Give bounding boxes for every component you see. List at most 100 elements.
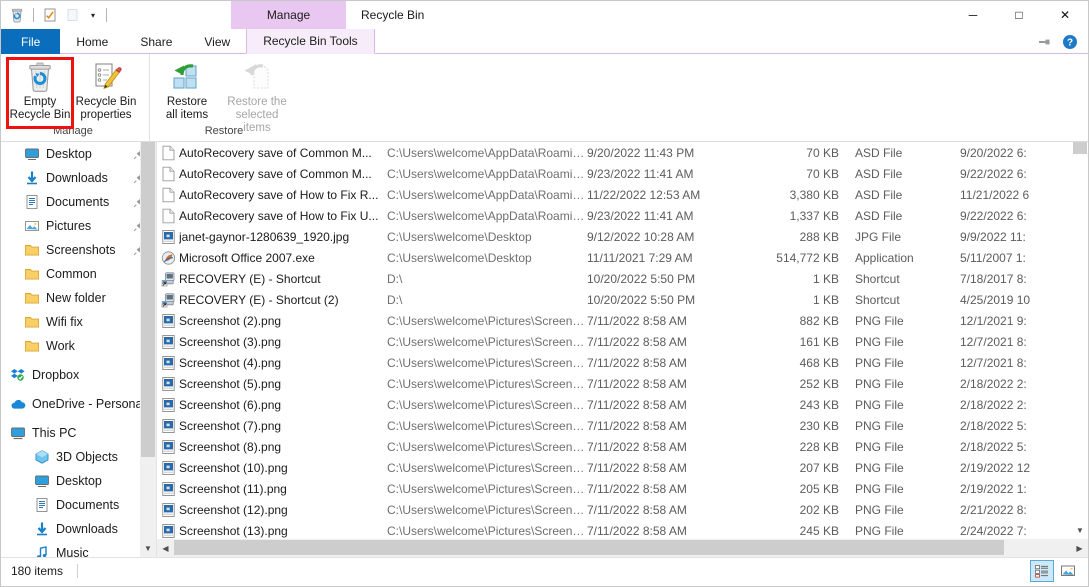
documents-icon (31, 496, 53, 514)
ribbon: Empty Recycle Bin (1, 54, 1088, 142)
chevron-down-icon[interactable]: ▼ (140, 539, 156, 557)
date-modified-cell: 12/7/2021 8: (952, 356, 1072, 370)
tab-view[interactable]: View (188, 29, 246, 54)
help-icon[interactable]: ? (1062, 34, 1078, 50)
date-deleted-cell: 11/22/2022 12:53 AM (587, 188, 757, 202)
view-buttons (1030, 558, 1080, 584)
restore-all-items-icon (170, 60, 204, 94)
sidebar-item-work[interactable]: Work (1, 334, 156, 358)
sidebar-item-onedrive[interactable]: OneDrive - Personal (1, 392, 156, 416)
details-view-button[interactable] (1030, 560, 1054, 582)
table-row[interactable]: AutoRecovery save of Common M...C:\Users… (157, 163, 1072, 184)
sidebar-item-desktop-quick[interactable]: Desktop (1, 142, 156, 166)
sidebar-item-dropbox[interactable]: Dropbox (1, 363, 156, 387)
table-row[interactable]: RECOVERY (E) - ShortcutD:\10/20/2022 5:5… (157, 268, 1072, 289)
sidebar-item-documents-quick[interactable]: Documents (1, 190, 156, 214)
generic-file-icon (157, 187, 179, 203)
folder-icon (21, 241, 43, 259)
table-row[interactable]: AutoRecovery save of How to Fix R...C:\U… (157, 184, 1072, 205)
navigation-scrollbar[interactable]: ▼ (140, 142, 156, 557)
file-name-cell: AutoRecovery save of Common M... (179, 167, 387, 181)
item-type-cell: PNG File (847, 503, 952, 517)
recycle-bin-icon[interactable] (7, 5, 27, 25)
size-cell: 1,337 KB (757, 209, 847, 223)
table-row[interactable]: janet-gaynor-1280639_1920.jpgC:\Users\we… (157, 226, 1072, 247)
sidebar-item-wifi-fix[interactable]: Wifi fix (1, 310, 156, 334)
pin-icon[interactable] (1036, 34, 1052, 50)
file-name-cell: AutoRecovery save of How to Fix R... (179, 188, 387, 202)
table-row[interactable]: Screenshot (4).pngC:\Users\welcome\Pictu… (157, 352, 1072, 373)
empty-recycle-bin-label-line2: Recycle Bin (10, 109, 71, 122)
table-row[interactable]: AutoRecovery save of Common M...C:\Users… (157, 142, 1072, 163)
large-icons-view-button[interactable] (1056, 560, 1080, 582)
item-type-cell: JPG File (847, 230, 952, 244)
image-file-icon (157, 418, 179, 434)
new-folder-icon[interactable] (63, 5, 83, 25)
sidebar-label: Screenshots (46, 243, 115, 257)
table-row[interactable]: Screenshot (6).pngC:\Users\welcome\Pictu… (157, 394, 1072, 415)
chevron-down-icon[interactable]: ▾ (86, 5, 100, 25)
sidebar-item-3d-objects[interactable]: 3D Objects (1, 445, 156, 469)
size-cell: 245 KB (757, 524, 847, 538)
date-modified-cell: 2/19/2022 1: (952, 482, 1072, 496)
date-modified-cell: 2/18/2022 2: (952, 398, 1072, 412)
tab-share[interactable]: Share (124, 29, 188, 54)
table-row[interactable]: Microsoft Office 2007.exeC:\Users\welcom… (157, 247, 1072, 268)
sidebar-item-screenshots[interactable]: Screenshots (1, 238, 156, 262)
sidebar-item-documents-pc[interactable]: Documents (1, 493, 156, 517)
properties-icon[interactable] (40, 5, 60, 25)
file-list-horizontal-scrollbar[interactable]: ◀ ▶ (157, 539, 1088, 557)
restore-all-items-button[interactable]: Restore all items (154, 57, 220, 122)
close-button[interactable]: ✕ (1042, 1, 1088, 29)
item-type-cell: PNG File (847, 335, 952, 349)
generic-file-icon (157, 166, 179, 182)
empty-recycle-bin-button[interactable]: Empty Recycle Bin (7, 57, 73, 122)
item-type-cell: ASD File (847, 146, 952, 160)
sidebar-item-downloads-quick[interactable]: Downloads (1, 166, 156, 190)
table-row[interactable]: Screenshot (8).pngC:\Users\welcome\Pictu… (157, 436, 1072, 457)
date-modified-cell: 2/18/2022 2: (952, 377, 1072, 391)
horizontal-scroll-track[interactable] (174, 539, 1071, 557)
table-row[interactable]: AutoRecovery save of How to Fix U...C:\U… (157, 205, 1072, 226)
sidebar-item-music[interactable]: Music (1, 541, 156, 557)
table-row[interactable]: Screenshot (12).pngC:\Users\welcome\Pict… (157, 499, 1072, 520)
maximize-button[interactable]: □ (996, 1, 1042, 29)
minimize-button[interactable]: ─ (950, 1, 996, 29)
sidebar-item-new-folder[interactable]: New folder (1, 286, 156, 310)
chevron-down-icon[interactable]: ▼ (1072, 521, 1088, 539)
sidebar-label: Common (46, 267, 97, 281)
sidebar-item-common[interactable]: Common (1, 262, 156, 286)
tab-recycle-bin-tools[interactable]: Recycle Bin Tools (246, 29, 375, 54)
table-row[interactable]: Screenshot (2).pngC:\Users\welcome\Pictu… (157, 310, 1072, 331)
table-row[interactable]: Screenshot (11).pngC:\Users\welcome\Pict… (157, 478, 1072, 499)
sidebar-item-this-pc[interactable]: This PC (1, 421, 156, 445)
desktop-icon (31, 472, 53, 490)
file-list-scrollbar[interactable]: ▼ (1072, 142, 1088, 539)
tab-home[interactable]: Home (60, 29, 124, 54)
sidebar-item-downloads-pc[interactable]: Downloads (1, 517, 156, 541)
table-row[interactable]: Screenshot (7).pngC:\Users\welcome\Pictu… (157, 415, 1072, 436)
table-row[interactable]: Screenshot (3).pngC:\Users\welcome\Pictu… (157, 331, 1072, 352)
table-row[interactable]: RECOVERY (E) - Shortcut (2)D:\10/20/2022… (157, 289, 1072, 310)
tab-file[interactable]: File (1, 29, 60, 54)
scroll-right-icon[interactable]: ▶ (1071, 539, 1088, 557)
size-cell: 70 KB (757, 146, 847, 160)
navigation-pane: Desktop Downloads (1, 142, 156, 557)
date-deleted-cell: 7/11/2022 8:58 AM (587, 503, 757, 517)
file-list-scrollbar-thumb[interactable] (1073, 142, 1087, 154)
date-modified-cell: 11/21/2022 6 (952, 188, 1072, 202)
qat-separator-2 (106, 8, 107, 22)
navigation-scrollbar-thumb[interactable] (141, 142, 155, 457)
table-row[interactable]: Screenshot (5).pngC:\Users\welcome\Pictu… (157, 373, 1072, 394)
downloads-icon (21, 169, 43, 187)
scroll-left-icon[interactable]: ◀ (157, 539, 174, 557)
sidebar-item-pictures-quick[interactable]: Pictures (1, 214, 156, 238)
table-row[interactable]: Screenshot (13).pngC:\Users\welcome\Pict… (157, 520, 1072, 541)
ribbon-tab-bar: File Home Share View Recycle Bin Tools ? (1, 29, 1088, 54)
table-row[interactable]: Screenshot (10).pngC:\Users\welcome\Pict… (157, 457, 1072, 478)
restore-all-items-label-line1: Restore (167, 96, 207, 109)
sidebar-item-desktop-pc[interactable]: Desktop (1, 469, 156, 493)
recycle-bin-properties-button[interactable]: Recycle Bin properties (73, 57, 139, 122)
date-deleted-cell: 7/11/2022 8:58 AM (587, 377, 757, 391)
horizontal-scroll-thumb[interactable] (174, 540, 1004, 555)
